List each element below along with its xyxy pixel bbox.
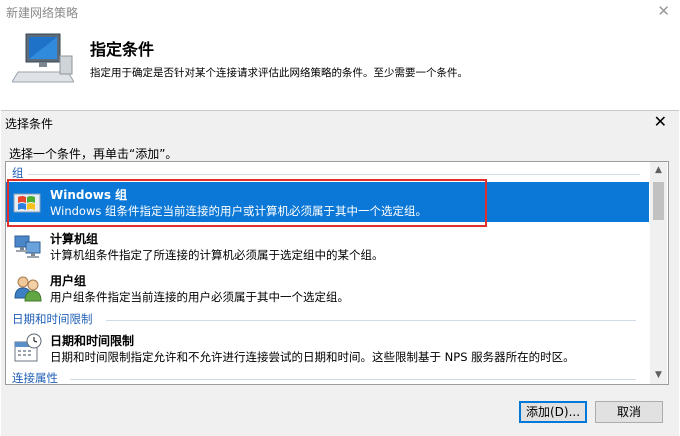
group-divider bbox=[106, 320, 636, 321]
user-group-icon bbox=[14, 276, 42, 302]
list-item-windows-group[interactable]: Windows 组 Windows 组条件指定当前连接的用户或计算机必须属于其中… bbox=[6, 182, 649, 222]
group-divider bbox=[70, 379, 636, 380]
wizard-close-icon[interactable]: ✕ bbox=[657, 2, 670, 20]
page-heading: 指定条件 bbox=[90, 40, 155, 59]
item-name: 日期和时间限制 bbox=[50, 334, 135, 348]
group-divider bbox=[28, 174, 640, 175]
item-description: Windows 组条件指定当前连接的用户或计算机必须属于其中一个选定组。 bbox=[50, 204, 427, 218]
list-item-computer-group[interactable]: 计算机组 计算机组条件指定了所连接的计算机必须属于选定组中的某个组。 bbox=[6, 226, 649, 266]
list-item-date-time-restrictions[interactable]: 日期和时间限制 日期和时间限制指定允许和不允许进行连接尝试的日期和时间。这些限制… bbox=[6, 328, 649, 368]
dialog-close-icon[interactable]: ✕ bbox=[654, 112, 667, 131]
scroll-thumb[interactable] bbox=[653, 182, 664, 220]
item-description: 用户组条件指定当前连接的用户必须属于其中一个选定组。 bbox=[50, 290, 349, 304]
wizard-title: 新建网络策略 bbox=[6, 6, 79, 20]
add-button[interactable]: 添加(D)... bbox=[519, 401, 587, 423]
list-scrollbar[interactable]: ▲ ▼ bbox=[650, 162, 667, 384]
calendar-clock-icon bbox=[14, 333, 42, 362]
list-item-user-group[interactable]: 用户组 用户组条件指定当前连接的用户必须属于其中一个选定组。 bbox=[6, 268, 649, 308]
page-description: 指定用于确定是否针对某个连接请求评估此网络策略的条件。至少需要一个条件。 bbox=[90, 67, 468, 79]
select-condition-dialog: 选择条件 ✕ 选择一个条件，再单击“添加”。 组 Windows 组 Windo… bbox=[1, 110, 679, 436]
item-name: 用户组 bbox=[50, 274, 87, 288]
scroll-up-arrow-icon[interactable]: ▲ bbox=[650, 162, 667, 179]
cancel-button[interactable]: 取消 bbox=[595, 401, 663, 423]
item-description: 计算机组条件指定了所连接的计算机必须属于选定组中的某个组。 bbox=[50, 248, 384, 262]
windows-flag-icon bbox=[13, 193, 41, 213]
item-name: Windows 组 bbox=[50, 188, 128, 202]
group-header-groups: 组 bbox=[12, 166, 24, 180]
instruction-text: 选择一个条件，再单击“添加”。 bbox=[9, 147, 178, 161]
group-header-date-time: 日期和时间限制 bbox=[12, 312, 93, 326]
dialog-title: 选择条件 bbox=[5, 117, 54, 131]
condition-list-content: 组 Windows 组 Windows 组条件指定当前连接的用户或计算机必须属于… bbox=[6, 162, 649, 384]
computer-group-icon bbox=[14, 235, 41, 258]
group-header-connection-properties: 连接属性 bbox=[12, 371, 58, 385]
computer-monitor-icon bbox=[12, 33, 74, 83]
item-description: 日期和时间限制指定允许和不允许进行连接尝试的日期和时间。这些限制基于 NPS 服… bbox=[50, 350, 575, 364]
scroll-down-arrow-icon[interactable]: ▼ bbox=[650, 367, 667, 384]
condition-list[interactable]: 组 Windows 组 Windows 组条件指定当前连接的用户或计算机必须属于… bbox=[5, 161, 669, 385]
item-name: 计算机组 bbox=[50, 232, 99, 246]
